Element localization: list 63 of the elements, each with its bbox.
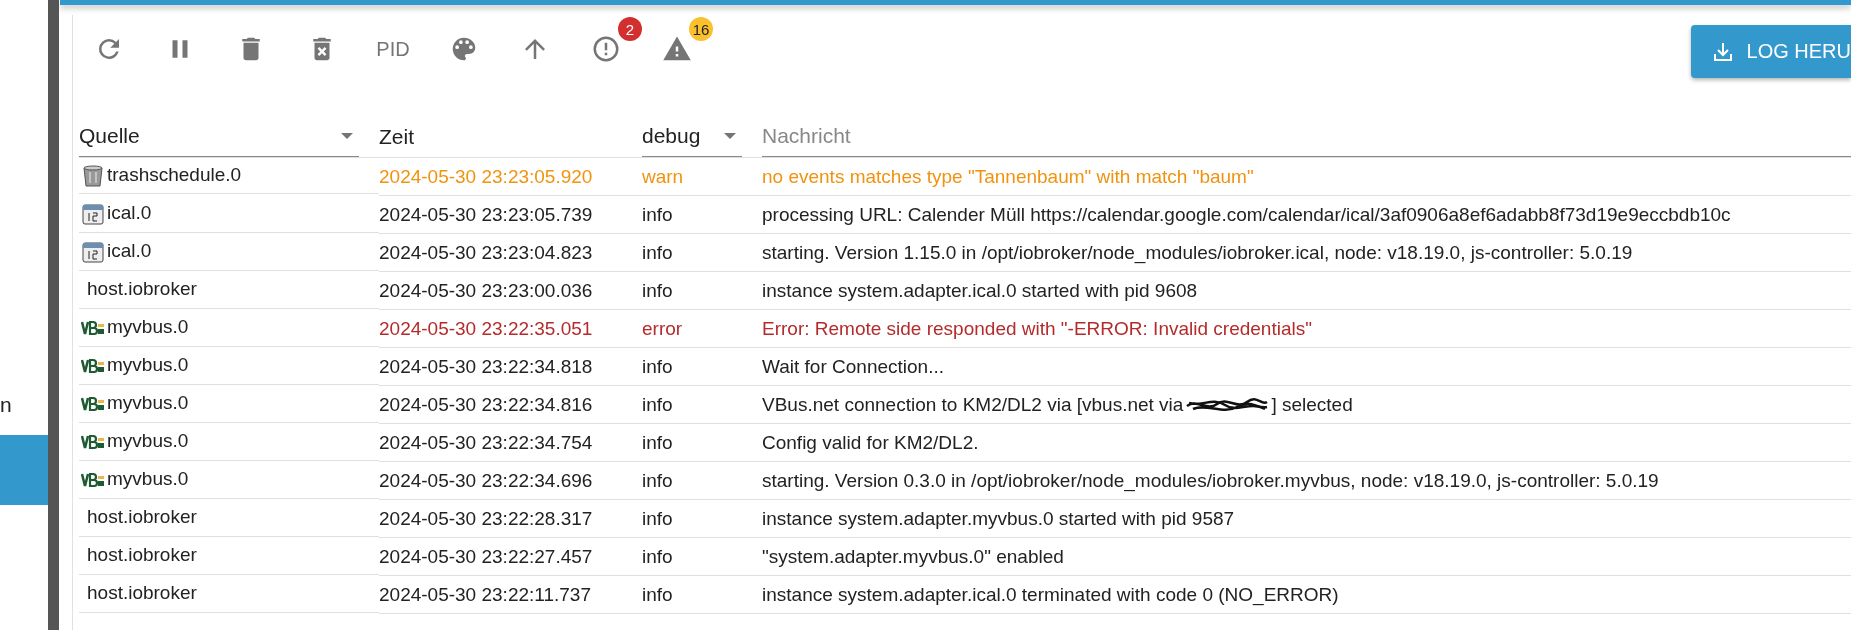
message-text: Wait for Connection... [762, 355, 944, 378]
count-badge: 2 [618, 17, 642, 41]
message-text: instance system.adapter.ical.0 started with pid 9608 [762, 279, 1198, 302]
time-text: 2024-05-30 23:23:04.823 [379, 241, 593, 264]
level-text: info [642, 203, 673, 226]
message-text: no events matches type "Tannenbaum" with match "baum" [762, 165, 1254, 188]
source-text: host.iobroker [87, 278, 197, 300]
level-text: info [642, 507, 673, 530]
source-text: myvbus.0 [107, 354, 189, 376]
message-text: instance system.adapter.myvbus.0 started with pid 9587 [762, 507, 1235, 530]
time-text: 2024-05-30 23:22:27.457 [379, 545, 593, 568]
source-text: host.iobroker [87, 506, 197, 528]
message-text: instance system.adapter.ical.0 terminated with code 0 (NO_ERROR) [762, 583, 1339, 606]
source-text: host.iobroker [87, 544, 197, 566]
source-text: myvbus.0 [107, 316, 189, 338]
source-text: myvbus.0 [107, 392, 189, 414]
level-text: info [642, 355, 673, 378]
level-text: error [642, 317, 683, 340]
time-text: 2024-05-30 23:22:28.317 [379, 507, 593, 530]
message-text: starting. Version 1.15.0 in /opt/iobroker/node_modules/iobroker.ical, node: v18.19.0, js-controller: 5.0.19 [762, 241, 1633, 264]
time-text: 2024-05-30 23:23:00.036 [379, 279, 593, 302]
source-text: ical.0 [107, 202, 152, 224]
calendar-icon [81, 202, 105, 226]
time-text: 2024-05-30 23:22:11.737 [379, 583, 591, 606]
pid-button[interactable]: PID [371, 27, 415, 71]
calendar-icon [81, 240, 105, 264]
source-text: trashschedule.0 [107, 164, 242, 186]
level-text: info [642, 241, 673, 264]
message-text: VBus.net connection to KM2/DL2 via [vbus.net via [762, 393, 1184, 416]
message-text: Config valid for KM2/DL2. [762, 431, 979, 454]
level-filter-select[interactable]: debug [642, 124, 742, 157]
level-text: info [642, 279, 673, 302]
column-heading: Zeit [379, 125, 414, 150]
sidebar-item[interactable]: n [0, 385, 48, 425]
source-text: myvbus.0 [107, 468, 189, 490]
level-text: info [642, 431, 673, 454]
level-text: info [642, 469, 673, 492]
level-text: info [642, 545, 673, 568]
message-text: ] selected [1271, 393, 1353, 416]
source-text: ical.0 [107, 240, 152, 262]
time-text: 2024-05-30 23:22:34.754 [379, 431, 593, 454]
source-text: host.iobroker [87, 582, 197, 604]
level-text: info [642, 583, 673, 606]
message-text: processing URL: Calender Müll https://calendar.google.com/calendar/ical/3af0906a8ef6adabb8f73d19e9eccbdb10c [762, 203, 1731, 226]
time-text: 2024-05-30 23:22:34.696 [379, 469, 593, 492]
time-text: 2024-05-30 23:23:05.739 [379, 203, 593, 226]
level-text: info [642, 393, 673, 416]
time-text: 2024-05-30 23:22:34.818 [379, 355, 593, 378]
count-badge: 16 [689, 17, 713, 41]
message-text: Error: Remote side responded with "-ERROR: Invalid credentials" [762, 317, 1312, 340]
message-text: starting. Version 0.3.0 in /opt/iobroker/node_modules/iobroker.myvbus, node: v18.19.0, js-controller: 5.0.19 [762, 469, 1659, 492]
message-text: "system.adapter.myvbus.0" enabled [762, 545, 1064, 568]
error-icon [591, 34, 621, 64]
bin-icon [81, 164, 105, 188]
dropdown-arrow-icon [724, 133, 736, 139]
time-text: 2024-05-30 23:23:05.920 [379, 165, 593, 188]
dropdown-arrow-icon [341, 133, 353, 139]
time-text: 2024-05-30 23:22:35.051 [379, 317, 593, 340]
source-filter-select[interactable]: Quelle [79, 124, 359, 157]
time-text: 2024-05-30 23:22:34.816 [379, 393, 593, 416]
message-filter-field[interactable]: Nachricht [762, 124, 1851, 157]
level-text: warn [642, 165, 684, 188]
source-text: myvbus.0 [107, 430, 189, 452]
